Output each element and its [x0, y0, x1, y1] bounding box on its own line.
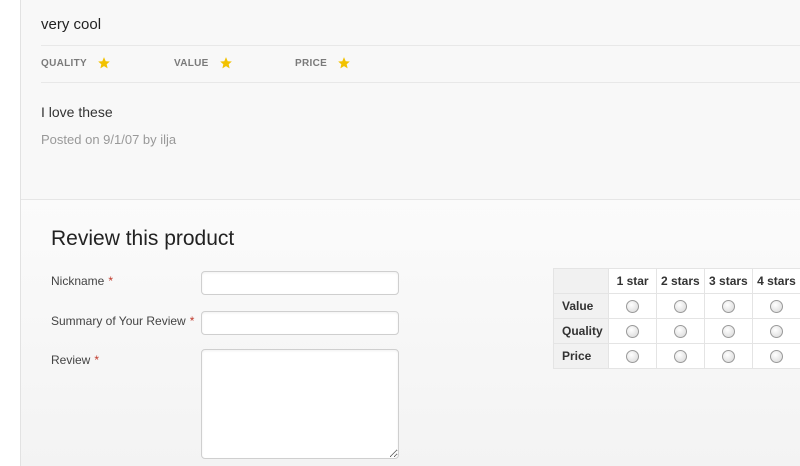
nickname-input[interactable]: [201, 271, 399, 295]
radio-cell: [655, 318, 705, 344]
rating-quality: QUALITY: [41, 56, 111, 70]
review-textarea[interactable]: [201, 349, 399, 459]
radio-price-2[interactable]: [673, 350, 687, 364]
required-marker: *: [108, 274, 114, 288]
radio-value-2[interactable]: [673, 300, 687, 314]
table-row: Price: [552, 343, 800, 369]
radio-cell: [703, 318, 753, 344]
radio-cell: [655, 293, 705, 319]
nickname-label: Nickname *: [51, 274, 113, 288]
radio-price-4[interactable]: [769, 350, 783, 364]
radio-price-1[interactable]: [626, 350, 640, 364]
divider: [41, 82, 800, 83]
review-title: very cool: [41, 16, 102, 33]
rating-label: PRICE: [295, 57, 328, 69]
radio-value-3[interactable]: [721, 300, 735, 314]
summary-label: Summary of Your Review *: [51, 314, 194, 328]
radio-quality-2[interactable]: [673, 325, 687, 339]
table-row: Quality: [552, 318, 800, 344]
radio-cell: [751, 343, 800, 369]
table-corner: [552, 268, 610, 294]
radio-cell: [703, 343, 753, 369]
radio-cell: [655, 343, 705, 369]
column-header: 2 stars: [655, 268, 705, 294]
radio-value-1[interactable]: [626, 300, 640, 314]
radio-cell: [608, 293, 657, 319]
column-header: 4 stars: [751, 268, 800, 294]
radio-cell: [703, 293, 753, 319]
required-marker: *: [189, 314, 195, 328]
row-header: Quality: [552, 318, 610, 344]
summary-label-text: Summary of Your Review: [51, 314, 186, 328]
row-header: Value: [552, 293, 610, 319]
radio-cell: [751, 293, 800, 319]
rating-table: 1 star 2 stars 3 stars 4 stars Value Qua…: [552, 268, 800, 369]
required-marker: *: [94, 353, 100, 367]
review-form: Review this product Nickname * Summary of…: [21, 199, 800, 466]
radio-quality-4[interactable]: [769, 325, 783, 339]
column-header: 3 stars: [703, 268, 753, 294]
radio-cell: [608, 318, 657, 344]
review-label: Review *: [51, 353, 99, 367]
page: very cool QUALITY VALUE PRICE I love the…: [20, 0, 800, 466]
radio-value-4[interactable]: [769, 300, 783, 314]
rating-value: VALUE: [174, 56, 233, 70]
table-row: Value: [552, 293, 800, 319]
summary-input[interactable]: [201, 311, 399, 335]
review-body: I love these: [41, 104, 113, 120]
rating-price: PRICE: [295, 56, 351, 70]
review-ratings: QUALITY VALUE PRICE: [41, 56, 800, 74]
row-header: Price: [552, 343, 610, 369]
radio-cell: [751, 318, 800, 344]
divider: [41, 45, 800, 46]
star-icon: [98, 57, 110, 69]
review-label-text: Review: [51, 353, 91, 367]
radio-quality-3[interactable]: [721, 325, 735, 339]
radio-price-3[interactable]: [721, 350, 735, 364]
review-meta: Posted on 9/1/07 by ilja: [41, 132, 177, 147]
radio-quality-1[interactable]: [626, 325, 640, 339]
rating-label: QUALITY: [41, 57, 87, 69]
nickname-label-text: Nickname: [51, 274, 105, 288]
form-heading: Review this product: [51, 227, 235, 250]
column-header: 1 star: [608, 268, 657, 294]
star-icon: [219, 57, 232, 69]
rating-label: VALUE: [174, 57, 209, 69]
star-icon: [338, 57, 350, 69]
radio-cell: [608, 343, 657, 369]
